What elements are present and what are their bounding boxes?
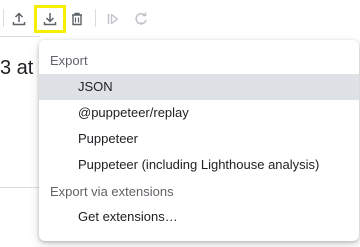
- menu-item-puppeteer-lighthouse[interactable]: Puppeteer (including Lighthouse analysis…: [39, 152, 359, 178]
- divider: [0, 187, 40, 188]
- extensions-heading: Export via extensions: [50, 184, 174, 199]
- step-play-icon: [107, 13, 119, 25]
- download-icon: [43, 13, 57, 26]
- toolbar-separator: [95, 9, 96, 27]
- export-button[interactable]: [34, 5, 66, 33]
- menu-item-get-extensions[interactable]: Get extensions…: [39, 204, 359, 230]
- menu-item-puppeteer-replay[interactable]: @puppeteer/replay: [39, 100, 359, 126]
- redo-button[interactable]: [128, 6, 154, 32]
- toolbar-separator: [3, 9, 4, 27]
- redo-icon: [135, 12, 147, 25]
- export-heading: Export: [50, 53, 88, 68]
- recording-title: 3 at: [0, 57, 34, 79]
- import-button[interactable]: [6, 6, 32, 32]
- delete-recording-button[interactable]: [64, 6, 90, 32]
- menu-item-puppeteer[interactable]: Puppeteer: [39, 126, 359, 152]
- upload-icon: [12, 12, 26, 26]
- recorder-toolbar: [0, 0, 360, 36]
- menu-item-json[interactable]: JSON: [39, 74, 359, 100]
- divider: [0, 36, 40, 37]
- trash-icon: [72, 12, 82, 26]
- replay-step-button[interactable]: [100, 6, 126, 32]
- export-menu: Export JSON @puppeteer/replay Puppeteer …: [39, 40, 359, 241]
